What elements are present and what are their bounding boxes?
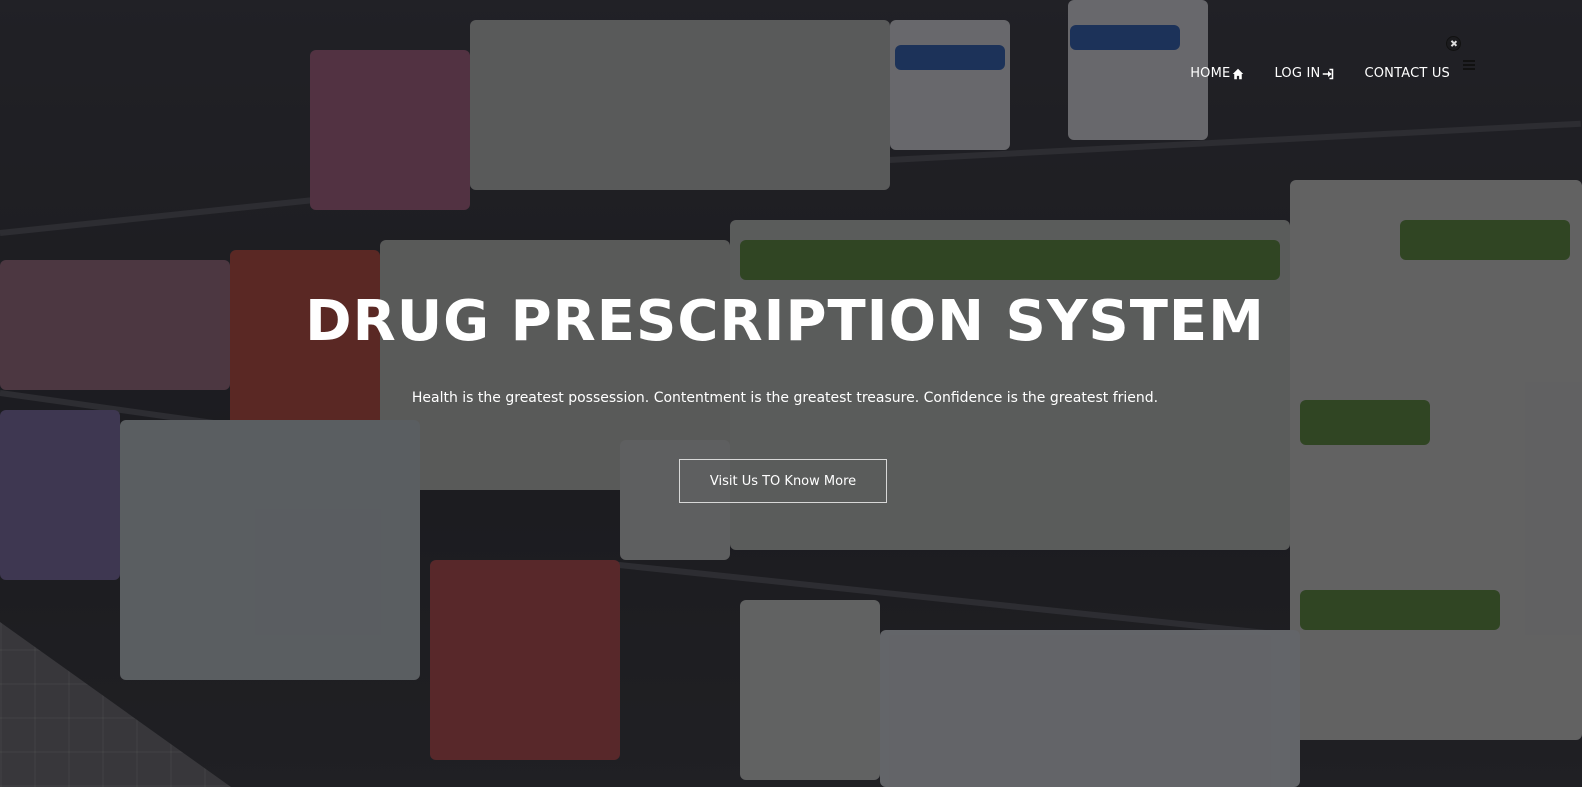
- hamburger-menu-icon[interactable]: [1463, 60, 1475, 70]
- visit-us-button[interactable]: Visit Us TO Know More: [679, 459, 887, 503]
- nav-login-link[interactable]: LOG IN: [1274, 66, 1334, 81]
- login-icon: [1323, 68, 1334, 79]
- nav-home-link[interactable]: HOME: [1190, 66, 1244, 81]
- nav-contact-label: CONTACT US: [1364, 66, 1450, 81]
- main-navigation: HOME LOG IN CONTACT US: [1190, 66, 1450, 81]
- hero-title: DRUG PRESCRIPTION SYSTEM: [305, 289, 1265, 354]
- close-icon[interactable]: [1446, 36, 1461, 51]
- nav-contact-link[interactable]: CONTACT US: [1364, 66, 1450, 81]
- hero-subtitle: Health is the greatest possession. Conte…: [411, 390, 1159, 406]
- nav-login-label: LOG IN: [1274, 66, 1321, 81]
- home-icon: [1233, 68, 1244, 79]
- nav-home-label: HOME: [1190, 66, 1231, 81]
